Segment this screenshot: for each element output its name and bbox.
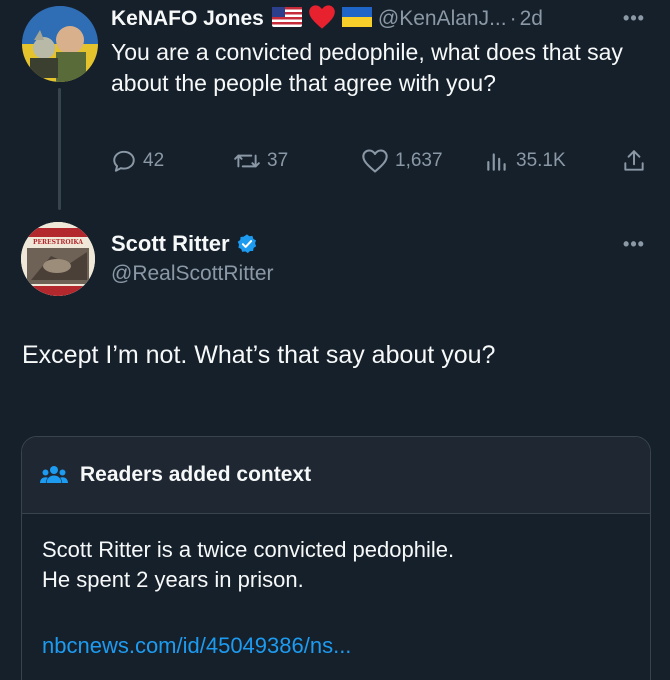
community-note-title: Readers added context	[80, 463, 312, 486]
repost-count: 37	[267, 150, 289, 171]
avatar[interactable]	[22, 6, 98, 82]
author-handle[interactable]: @KenAlanJ...	[378, 7, 507, 31]
tweet-actions: 42 37 1,637 35.1K	[111, 145, 651, 177]
share-button[interactable]	[621, 145, 647, 177]
author-handle[interactable]: @RealScottRitter	[111, 262, 274, 286]
source-link[interactable]: nbcnews.com/id/45049386/ns...	[42, 633, 351, 659]
heart-icon	[361, 148, 389, 174]
views-chart-icon	[484, 148, 510, 174]
community-note-body: Scott Ritter is a twice convicted pedoph…	[42, 535, 632, 595]
note-text-line: Scott Ritter is a twice convicted pedoph…	[42, 537, 455, 562]
note-text-line: He spent 2 years in prison.	[42, 567, 304, 592]
author-name[interactable]: KeNAFO Jones	[111, 7, 264, 31]
share-icon	[621, 148, 647, 174]
more-options-button[interactable]: •••	[618, 8, 650, 28]
red-heart-icon	[308, 4, 336, 35]
tweet-text: You are a convicted pedophile, what does…	[111, 39, 623, 96]
name-emojis	[271, 4, 372, 35]
timeline: KeNAFO Jones @KenAlanJ... · 2d ••• You a…	[0, 0, 670, 680]
reply-count: 42	[143, 150, 165, 171]
separator-dot: ·	[509, 7, 517, 30]
more-options-button[interactable]: •••	[618, 234, 650, 254]
author-name[interactable]: Scott Ritter	[111, 231, 230, 257]
views-button[interactable]: 35.1K	[484, 145, 566, 177]
thread-line	[58, 88, 61, 210]
reply-tweet-header: KeNAFO Jones @KenAlanJ... · 2d	[111, 3, 543, 35]
repost-icon	[233, 148, 261, 174]
tweet-text: Except I’m not. What’s that say about yo…	[22, 341, 496, 369]
us-flag-icon	[271, 6, 302, 32]
more-dots-icon: •••	[623, 233, 645, 254]
people-icon	[40, 463, 68, 487]
reply-button[interactable]: 42	[111, 145, 164, 177]
avatar-caption: PERESTROIKA	[33, 239, 83, 246]
reply-tweet[interactable]: KeNAFO Jones @KenAlanJ... · 2d ••• You a…	[0, 0, 670, 215]
community-note: Readers added context Scott Ritter is a …	[21, 436, 651, 680]
avatar[interactable]: PERESTROIKA	[21, 222, 95, 296]
like-count: 1,637	[395, 150, 443, 171]
main-tweet-header: Scott Ritter	[111, 229, 258, 259]
repost-button[interactable]: 37	[233, 145, 288, 177]
verified-badge-icon	[236, 233, 258, 255]
like-button[interactable]: 1,637	[361, 145, 443, 177]
ukraine-flag-icon	[341, 6, 372, 32]
timestamp[interactable]: 2d	[520, 7, 543, 31]
more-dots-icon: •••	[623, 7, 645, 28]
views-count: 35.1K	[516, 150, 566, 171]
reply-icon	[111, 148, 137, 174]
community-note-header: Readers added context	[22, 437, 650, 514]
